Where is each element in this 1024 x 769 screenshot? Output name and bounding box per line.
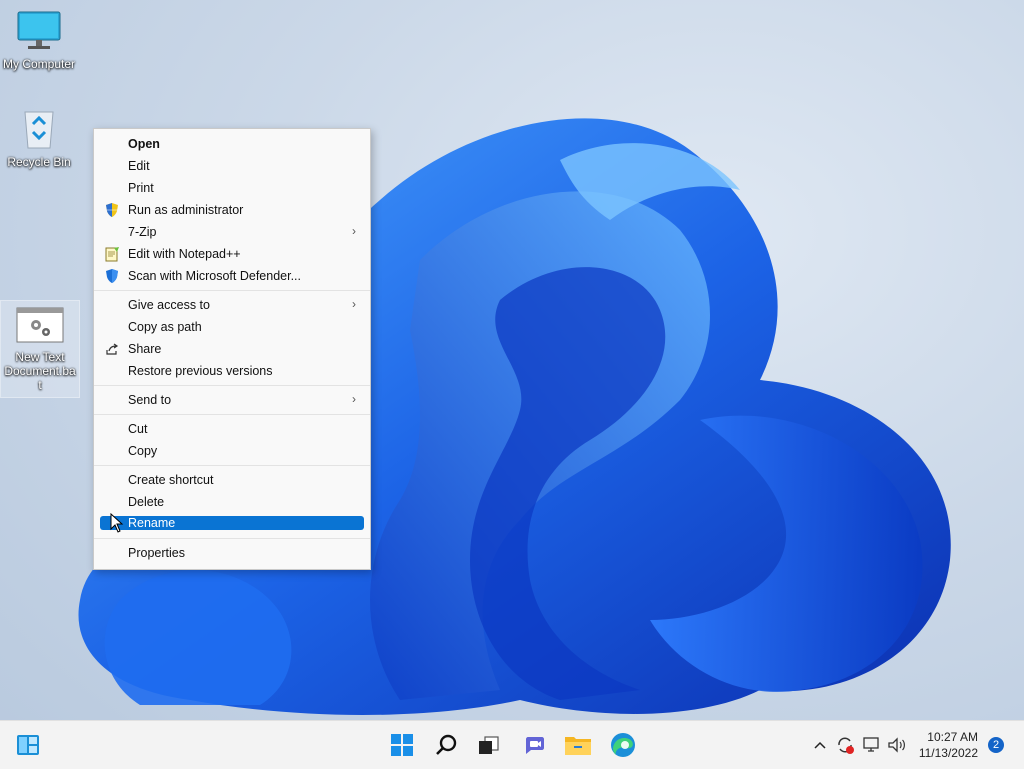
search-icon [436,734,457,755]
desktop-icon-label: My Computer [2,57,76,71]
menu-item-rename[interactable]: Rename [100,516,364,530]
task-view-icon [479,736,499,754]
menu-item-label: Restore previous versions [128,364,273,378]
menu-separator [94,538,370,539]
shield-icon [106,203,118,217]
menu-item-label: Create shortcut [128,473,214,487]
menu-separator [94,465,370,466]
menu-item-label: Edit with Notepad++ [128,247,241,261]
desktop-icon-label-line3: t [38,378,42,392]
menu-separator [94,414,370,415]
menu-item-label: Send to [128,393,172,407]
clock[interactable]: 10:27 AM 11/13/2022 [919,729,978,761]
desktop-icon-label-line2: Document.ba [4,364,76,378]
notification-badge[interactable]: 2 [988,737,1004,753]
desktop-icon-label: Recycle Bin [7,155,71,169]
chat-button[interactable] [520,731,548,759]
edge-icon [611,733,635,757]
context-menu: Open Edit Print Run as administrator 7-Z… [93,128,371,570]
menu-item-label: Copy [128,444,158,458]
menu-item-send-to[interactable]: Send to › [100,391,364,409]
menu-item-label: Copy as path [128,320,202,334]
menu-item-delete[interactable]: Delete [100,493,364,511]
widgets-button[interactable] [14,731,42,759]
menu-item-label: Open [128,137,160,151]
menu-item-edit-with-notepadpp[interactable]: Edit with Notepad++ [100,245,364,263]
teams-chat-icon [526,737,544,754]
menu-item-cut[interactable]: Cut [100,420,364,438]
menu-item-label: Give access to [128,298,210,312]
menu-item-label: Edit [128,159,150,173]
menu-item-label: Delete [128,495,165,509]
menu-item-open[interactable]: Open [100,135,364,153]
menu-item-label: Share [128,342,162,356]
taskbar: 10:27 AM 11/13/2022 2 [0,720,1024,769]
volume-tray-button[interactable] [887,735,907,755]
menu-item-label: Print [128,181,154,195]
chevron-right-icon: › [352,392,356,406]
update-tray-button[interactable] [835,735,855,755]
batch-file-gear-icon [16,307,64,343]
start-icon [391,734,413,756]
menu-item-scan-with-defender[interactable]: Scan with Microsoft Defender... [100,267,364,285]
share-icon [106,343,119,355]
menu-item-create-shortcut[interactable]: Create shortcut [100,471,364,489]
menu-item-share[interactable]: Share [100,340,364,358]
menu-item-label: Properties [128,546,185,560]
start-button[interactable] [388,731,416,759]
network-tray-button[interactable] [862,735,882,755]
desktop-icon-my-computer[interactable]: My Computer [0,10,78,71]
menu-separator [94,290,370,291]
menu-item-print[interactable]: Print [100,179,364,197]
menu-item-label: Run as administrator [128,203,244,217]
show-hidden-icons-button[interactable] [812,735,828,755]
task-view-button[interactable] [474,731,502,759]
menu-item-7zip[interactable]: 7-Zip › [100,223,364,241]
notepad-plus-plus-icon [105,247,119,262]
menu-item-edit[interactable]: Edit [100,157,364,175]
desktop-icon-batch-file[interactable]: New Text Document.ba t [0,300,80,398]
desktop-icon-label-line1: New Text [15,350,65,364]
clock-time: 10:27 AM [927,730,978,744]
chevron-right-icon: › [352,224,356,238]
file-explorer-button[interactable] [564,731,592,759]
clock-date: 11/13/2022 [918,746,978,760]
desktop-icon-recycle-bin[interactable]: Recycle Bin [0,106,78,169]
defender-icon [106,269,118,283]
menu-item-label: 7-Zip [128,225,157,239]
chevron-up-icon [814,741,826,749]
recycle-bin-icon [24,111,54,149]
menu-item-copy[interactable]: Copy [100,442,364,460]
file-explorer-icon [565,737,591,755]
menu-item-give-access-to[interactable]: Give access to › [100,296,364,314]
chevron-right-icon: › [352,297,356,311]
menu-item-run-as-administrator[interactable]: Run as administrator [100,201,364,219]
menu-item-restore-previous-versions[interactable]: Restore previous versions [100,362,364,380]
menu-item-label: Rename [128,516,176,530]
menu-item-copy-as-path[interactable]: Copy as path [100,318,364,336]
menu-separator [94,385,370,386]
menu-item-properties[interactable]: Properties [100,544,364,562]
volume-icon [888,737,905,753]
update-icon [838,737,854,754]
network-icon [863,737,879,752]
edge-button[interactable] [609,731,637,759]
monitor-icon [17,11,61,49]
menu-item-label: Scan with Microsoft Defender... [128,269,301,283]
mouse-cursor-icon [110,513,124,533]
widgets-icon [17,735,39,755]
search-button[interactable] [433,731,461,759]
menu-item-label: Cut [128,422,148,436]
